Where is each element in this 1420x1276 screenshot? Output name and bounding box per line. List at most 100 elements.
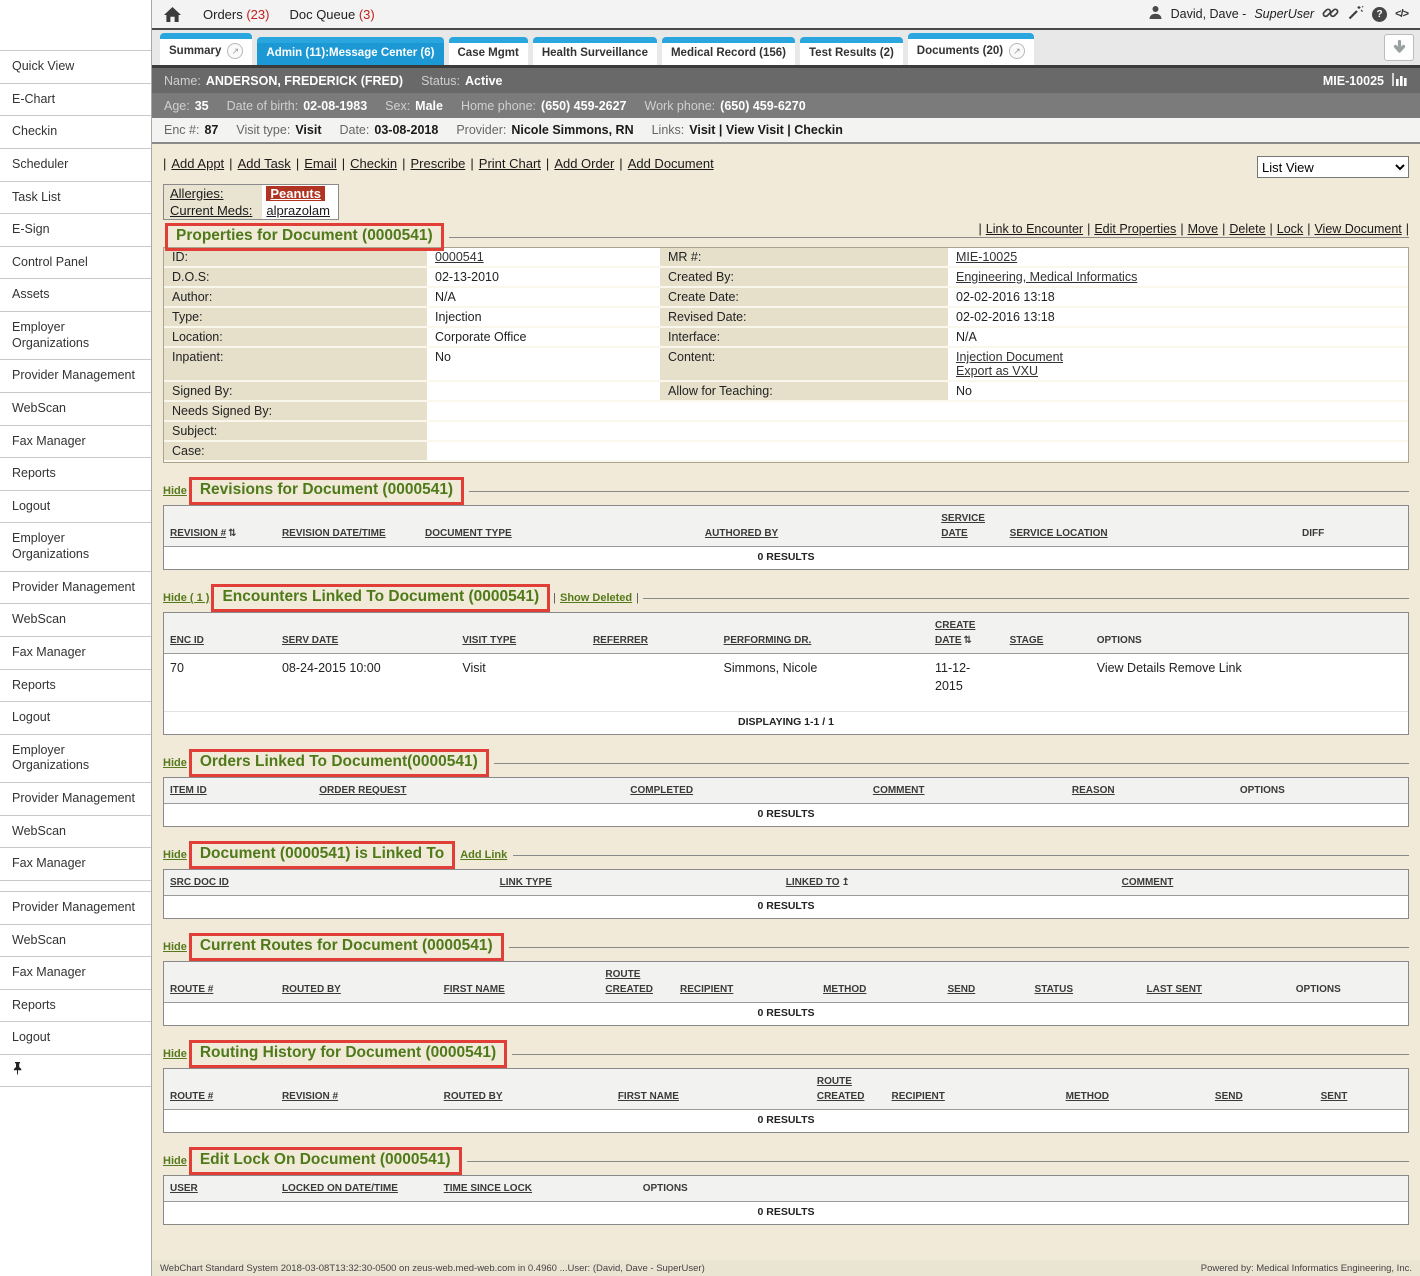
home-icon[interactable] bbox=[164, 7, 181, 22]
sidebar-item-provider-management[interactable]: Provider Management bbox=[0, 360, 151, 393]
view-mode-select[interactable]: List View bbox=[1257, 156, 1409, 178]
sidebar-item-provider-management[interactable]: Provider Management bbox=[0, 572, 151, 605]
nav-doc-queue[interactable]: Doc Queue (3) bbox=[289, 7, 374, 22]
tab-admin-11-message-center-6[interactable]: Admin (11):Message Center (6) bbox=[257, 37, 443, 65]
column-comment[interactable]: COMMENT bbox=[867, 781, 1066, 800]
column-revision[interactable]: REVISION # ⇅ bbox=[164, 524, 276, 543]
column-authored-by[interactable]: AUTHORED BY bbox=[699, 524, 935, 543]
column-document-type[interactable]: DOCUMENT TYPE bbox=[419, 524, 699, 543]
hide-link-encounters[interactable]: Hide ( 1 ) bbox=[163, 592, 209, 604]
allergy-peanuts[interactable]: Peanuts bbox=[266, 186, 325, 201]
popout-icon[interactable]: ↗ bbox=[1009, 43, 1025, 59]
column-referrer[interactable]: REFERRER bbox=[587, 631, 718, 650]
prop-link-created-by[interactable]: Engineering, Medical Informatics bbox=[956, 270, 1137, 284]
sidebar-item-webscan[interactable]: WebScan bbox=[0, 393, 151, 426]
column-recipient[interactable]: RECIPIENT bbox=[885, 1087, 1059, 1106]
add-link-link[interactable]: Add Link bbox=[460, 849, 507, 861]
current-meds-link[interactable]: Current Meds: bbox=[170, 203, 252, 218]
column-revision[interactable]: REVISION # bbox=[276, 1087, 438, 1106]
hide-link-history[interactable]: Hide bbox=[163, 1048, 187, 1060]
help-icon[interactable]: ? bbox=[1372, 7, 1387, 22]
prop-link-mr[interactable]: MIE-10025 bbox=[956, 250, 1017, 264]
code-icon[interactable]: </> bbox=[1395, 8, 1408, 20]
column-reason[interactable]: REASON bbox=[1066, 781, 1234, 800]
column-method[interactable]: METHOD bbox=[817, 980, 941, 999]
column-linked-to[interactable]: LINKED TO ↥ bbox=[780, 873, 1116, 892]
tab-summary[interactable]: Summary↗ bbox=[160, 33, 252, 65]
column-service-location[interactable]: SERVICE LOCATION bbox=[1004, 524, 1296, 543]
sidebar-item-provider-management[interactable]: Provider Management bbox=[0, 783, 151, 816]
column-send[interactable]: SEND bbox=[1209, 1087, 1315, 1106]
sidebar-item-logout[interactable]: Logout bbox=[0, 491, 151, 524]
sidebar-item-task-list[interactable]: Task List bbox=[0, 182, 151, 215]
column-performing-dr[interactable]: PERFORMING DR. bbox=[718, 631, 929, 650]
column-send[interactable]: SEND bbox=[941, 980, 1028, 999]
sidebar-item-provider-management[interactable]: Provider Management bbox=[0, 892, 151, 925]
column-serv-date[interactable]: SERV DATE bbox=[276, 631, 456, 650]
sidebar-item-reports[interactable]: Reports bbox=[0, 990, 151, 1023]
action-checkin[interactable]: Checkin bbox=[350, 156, 397, 171]
sidebar-item-fax-manager[interactable]: Fax Manager bbox=[0, 426, 151, 459]
column-visit-type[interactable]: VISIT TYPE bbox=[456, 631, 587, 650]
med-alprazolam[interactable]: alprazolam bbox=[266, 203, 330, 218]
tab-case-mgmt[interactable]: Case Mgmt bbox=[449, 37, 528, 65]
sidebar-item-e-chart[interactable]: E-Chart bbox=[0, 84, 151, 117]
column-first-name[interactable]: FIRST NAME bbox=[612, 1087, 811, 1106]
column-link-type[interactable]: LINK TYPE bbox=[494, 873, 780, 892]
wand-icon[interactable] bbox=[1347, 4, 1364, 24]
prop-link-export-as-vxu[interactable]: Export as VXU bbox=[956, 364, 1400, 378]
sidebar-item-e-sign[interactable]: E-Sign bbox=[0, 214, 151, 247]
column-route[interactable]: ROUTE # bbox=[164, 980, 276, 999]
action-add-task[interactable]: Add Task bbox=[238, 156, 291, 171]
sidebar-item-quick-view[interactable]: Quick View bbox=[0, 51, 151, 84]
sort-icon[interactable]: ⇅ bbox=[964, 633, 972, 648]
sidebar-item-webscan[interactable]: WebScan bbox=[0, 604, 151, 637]
tab-medical-record-156[interactable]: Medical Record (156) bbox=[662, 37, 795, 65]
download-button[interactable] bbox=[1384, 34, 1414, 61]
sidebar-pin-row[interactable] bbox=[0, 1055, 151, 1087]
column-locked-on-date-time[interactable]: LOCKED ON DATE/TIME bbox=[276, 1179, 438, 1198]
prop-link-id[interactable]: 0000541 bbox=[435, 250, 484, 264]
column-last-sent[interactable]: LAST SENT bbox=[1140, 980, 1289, 999]
allergies-link[interactable]: Allergies: bbox=[170, 186, 223, 201]
sidebar-item-fax-manager[interactable]: Fax Manager bbox=[0, 957, 151, 990]
hide-link-orders[interactable]: Hide bbox=[163, 757, 187, 769]
action-email[interactable]: Email bbox=[304, 156, 337, 171]
column-status[interactable]: STATUS bbox=[1029, 980, 1141, 999]
sidebar-item-logout[interactable]: Logout bbox=[0, 1022, 151, 1055]
show-deleted-link[interactable]: Show Deleted bbox=[560, 592, 632, 604]
hide-link-routes[interactable]: Hide bbox=[163, 941, 187, 953]
column-method[interactable]: METHOD bbox=[1060, 1087, 1209, 1106]
sidebar-item-employer-organizations[interactable]: Employer Organizations bbox=[0, 735, 151, 783]
hide-link-linked[interactable]: Hide bbox=[163, 849, 187, 861]
sidebar-item-webscan[interactable]: WebScan bbox=[0, 816, 151, 849]
column-item-id[interactable]: ITEM ID bbox=[164, 781, 313, 800]
sidebar-item-reports[interactable]: Reports bbox=[0, 670, 151, 703]
sidebar-item-fax-manager[interactable]: Fax Manager bbox=[0, 848, 151, 881]
action-add-document[interactable]: Add Document bbox=[628, 156, 714, 171]
column-stage[interactable]: STAGE bbox=[1004, 631, 1091, 650]
sidebar-item-assets[interactable]: Assets bbox=[0, 279, 151, 312]
chart-icon[interactable] bbox=[1392, 73, 1408, 89]
sidebar-item-logout[interactable]: Logout bbox=[0, 702, 151, 735]
action-add-appt[interactable]: Add Appt bbox=[171, 156, 224, 171]
column-comment[interactable]: COMMENT bbox=[1116, 873, 1408, 892]
column-routed-by[interactable]: ROUTED BY bbox=[438, 1087, 612, 1106]
popout-icon[interactable]: ↗ bbox=[227, 43, 243, 59]
link-visit[interactable]: Visit bbox=[689, 123, 715, 137]
column-route-created[interactable]: ROUTE CREATED bbox=[811, 1072, 886, 1106]
column-service-date[interactable]: SERVICE DATE bbox=[935, 509, 1003, 543]
column-first-name[interactable]: FIRST NAME bbox=[438, 980, 600, 999]
tab-test-results-2[interactable]: Test Results (2) bbox=[800, 37, 903, 65]
sidebar-item-employer-organizations[interactable]: Employer Organizations bbox=[0, 523, 151, 571]
link-view-visit[interactable]: View Visit bbox=[726, 123, 784, 137]
nav-orders[interactable]: Orders (23) bbox=[203, 7, 269, 22]
column-user[interactable]: USER bbox=[164, 1179, 276, 1198]
sidebar-item-reports[interactable]: Reports bbox=[0, 458, 151, 491]
action-add-order[interactable]: Add Order bbox=[554, 156, 614, 171]
column-order-request[interactable]: ORDER REQUEST bbox=[313, 781, 624, 800]
sort-icon[interactable]: ⇅ bbox=[228, 526, 236, 541]
sidebar-item-scheduler[interactable]: Scheduler bbox=[0, 149, 151, 182]
sort-icon[interactable]: ↥ bbox=[841, 875, 849, 890]
hide-link-editlock[interactable]: Hide bbox=[163, 1155, 187, 1167]
